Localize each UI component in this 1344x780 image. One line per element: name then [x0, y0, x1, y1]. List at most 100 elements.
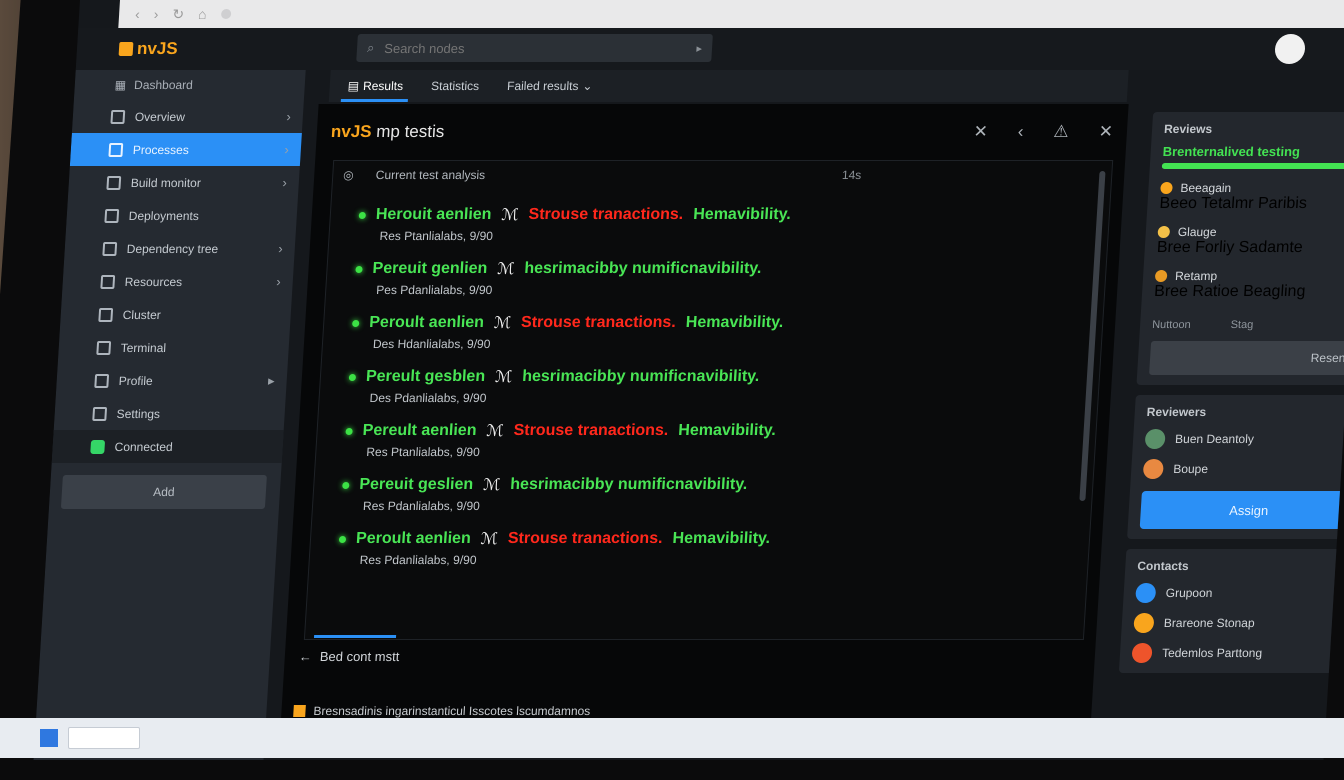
sidebar-item-settings[interactable]: Settings — [54, 397, 286, 430]
search-bar[interactable]: ⌕ ▸ — [356, 34, 713, 62]
entry-head: Peroult aenlien — [355, 530, 472, 547]
reviewer-name: Buen Deantoly — [1174, 432, 1255, 446]
avatar — [1144, 429, 1166, 449]
entry-sub: Res Ptanlialabs, 9/90 — [365, 445, 481, 459]
grid-icon — [110, 109, 126, 124]
review-item[interactable]: Beeagain — [1160, 181, 1344, 195]
status-dot-icon — [1157, 226, 1171, 238]
sidebar-item-label: Profile — [118, 373, 154, 388]
test-log[interactable]: ◎ Current test analysis 14s Herouit aenl… — [303, 160, 1114, 640]
results-panel: nvJS mp testis ✕ ‹ ⚠ ✕ ◎ Current test an… — [280, 104, 1129, 724]
warning-icon[interactable]: ⚠ — [1053, 122, 1069, 142]
search-input[interactable] — [381, 39, 647, 57]
user-icon — [94, 373, 110, 388]
resend-button[interactable]: Resend — [1149, 341, 1344, 375]
results-tab-icon: ▤ — [347, 79, 360, 93]
log-entry[interactable]: Pereult gesblen ℳ hesrimacibby numificna… — [347, 367, 1099, 405]
log-entry[interactable]: Pereult aenlien ℳ Strouse tranactions. H… — [344, 421, 1096, 459]
sidebar-item-terminal[interactable]: Terminal — [58, 331, 290, 364]
panel-title-text: mp testis — [371, 122, 445, 141]
start-icon[interactable] — [40, 729, 58, 747]
sidebar: ▦ Dashboard Overview › Processes › Build… — [33, 70, 306, 760]
entry-result: Hemavibility. — [685, 314, 784, 331]
log-entry-line: Pereuit geslien ℳ hesrimacibby numificna… — [342, 475, 1093, 495]
sidebar-item-label: Deployments — [128, 208, 200, 223]
panel-footer: ← Bed cont mstt — [298, 635, 899, 664]
sidebar-item-dependency-tree[interactable]: Dependency tree › — [64, 232, 296, 265]
sidebar-item-profile[interactable]: Profile ▸ — [56, 364, 288, 397]
contact-name: Brareone Stonap — [1163, 616, 1256, 630]
progress-track — [1161, 163, 1344, 169]
search-go-icon[interactable]: ▸ — [696, 42, 702, 55]
close-icon[interactable]: ✕ — [973, 122, 988, 142]
tab-statistics[interactable]: Statistics — [430, 70, 480, 102]
sidebar-item-overview[interactable]: Overview › — [72, 100, 304, 133]
status-text: Bresnsadinis ingarinstanticul Isscotes l… — [313, 704, 591, 718]
assign-button[interactable]: Assign — [1139, 491, 1344, 529]
reviewers-card: Reviewers Buen Deantoly Boupe Assign — [1127, 395, 1344, 539]
dismiss-icon[interactable]: ✕ — [1098, 122, 1113, 142]
log-entry[interactable]: Pereuit genlien ℳ hesrimacibby numificna… — [354, 259, 1106, 297]
add-button[interactable]: Add — [60, 475, 267, 509]
log-header: ◎ Current test analysis 14s — [332, 161, 1112, 189]
browser-forward-icon[interactable]: › — [153, 6, 159, 22]
status-line: Bresnsadinis ingarinstanticul Isscotes l… — [293, 704, 591, 718]
footer-label[interactable]: Bed cont mstt — [319, 649, 399, 664]
user-avatar[interactable] — [1274, 34, 1306, 64]
contact-name: Grupoon — [1165, 586, 1213, 600]
contact-item[interactable]: Tedemlos Parttong — [1131, 643, 1344, 663]
meta-left: Nuttoon — [1151, 319, 1192, 331]
entry-symbol: ℳ — [496, 261, 515, 278]
reviewer-item[interactable]: Buen Deantoly — [1144, 429, 1344, 449]
browser-toolbar: ‹ › ↻ ⌂ — [118, 0, 1344, 28]
log-entry[interactable]: Peroult aenlien ℳ Strouse tranactions. H… — [351, 313, 1103, 351]
sidebar-item-cluster[interactable]: Cluster — [60, 298, 292, 331]
sidebar-item-resources[interactable]: Resources › — [62, 265, 294, 298]
sidebar-item-build-monitor[interactable]: Build monitor › — [68, 166, 300, 199]
app-logo[interactable]: nvJS — [118, 39, 178, 59]
tree-icon — [102, 241, 118, 256]
browser-reload-icon[interactable]: ↻ — [172, 6, 185, 23]
chevron-left-icon[interactable]: ‹ — [1017, 122, 1024, 142]
chevron-right-icon: › — [286, 109, 292, 124]
contact-name: Tedemlos Parttong — [1161, 646, 1263, 660]
taskbar-search[interactable] — [68, 727, 140, 749]
pass-marker-icon — [348, 373, 357, 381]
entry-symbol: ℳ — [494, 369, 513, 386]
taskbar — [0, 718, 1344, 758]
log-duration: 14s — [841, 168, 862, 182]
entry-sub: Des Pdanlialabs, 9/90 — [369, 391, 487, 405]
contact-item[interactable]: Grupoon — [1135, 583, 1344, 603]
panel-actions: ✕ ‹ ⚠ ✕ — [973, 122, 1114, 142]
entry-symbol: ℳ — [482, 477, 501, 494]
contact-item[interactable]: Brareone Stonap — [1133, 613, 1344, 633]
sidebar-item-label: Cluster — [122, 307, 162, 322]
sidebar-item-label: Terminal — [120, 340, 167, 355]
review-item[interactable]: Glauge — [1157, 225, 1344, 239]
back-arrow-icon[interactable]: ← — [298, 649, 312, 664]
sidebar-item-processes[interactable]: Processes › — [69, 133, 302, 166]
log-entry[interactable]: Herouit aenlien ℳ Strouse tranactions. H… — [357, 205, 1109, 243]
sidebar-item-label: Processes — [132, 142, 190, 157]
log-entry[interactable]: Peroult aenlien ℳ Strouse tranactions. H… — [337, 529, 1089, 567]
sidebar-header[interactable]: ▦ Dashboard — [74, 70, 306, 100]
tab-failed-results[interactable]: Failed results ⌄ — [506, 70, 593, 102]
rocket-icon — [104, 208, 120, 223]
log-entry[interactable]: Pereuit geslien ℳ hesrimacibby numificna… — [341, 475, 1093, 513]
right-column: Reviews Brenternalived testing Beeagain … — [1118, 112, 1344, 683]
entry-sub: Des Hdanlialabs, 9/90 — [372, 337, 491, 351]
tab-results[interactable]: ▤ Results — [347, 70, 404, 102]
entry-message: Strouse tranactions. — [520, 314, 677, 331]
footer-active-indicator — [313, 635, 397, 638]
entry-sub: Res Pdanlialabs, 9/90 — [362, 499, 481, 513]
reviewer-item[interactable]: Boupe — [1142, 459, 1344, 479]
browser-home-icon[interactable]: ⌂ — [198, 6, 207, 22]
status-dot-icon — [90, 439, 106, 454]
review-sub: Bree Forliy Sadamte — [1156, 239, 1304, 256]
search-icon: ⌕ — [366, 40, 375, 55]
review-item[interactable]: Retamp — [1154, 269, 1344, 283]
connection-status: Connected — [51, 430, 284, 463]
sidebar-item-deployments[interactable]: Deployments — [66, 199, 298, 232]
browser-back-icon[interactable]: ‹ — [135, 6, 141, 22]
app-header: nvJS ⌕ ▸ — [75, 28, 1344, 70]
